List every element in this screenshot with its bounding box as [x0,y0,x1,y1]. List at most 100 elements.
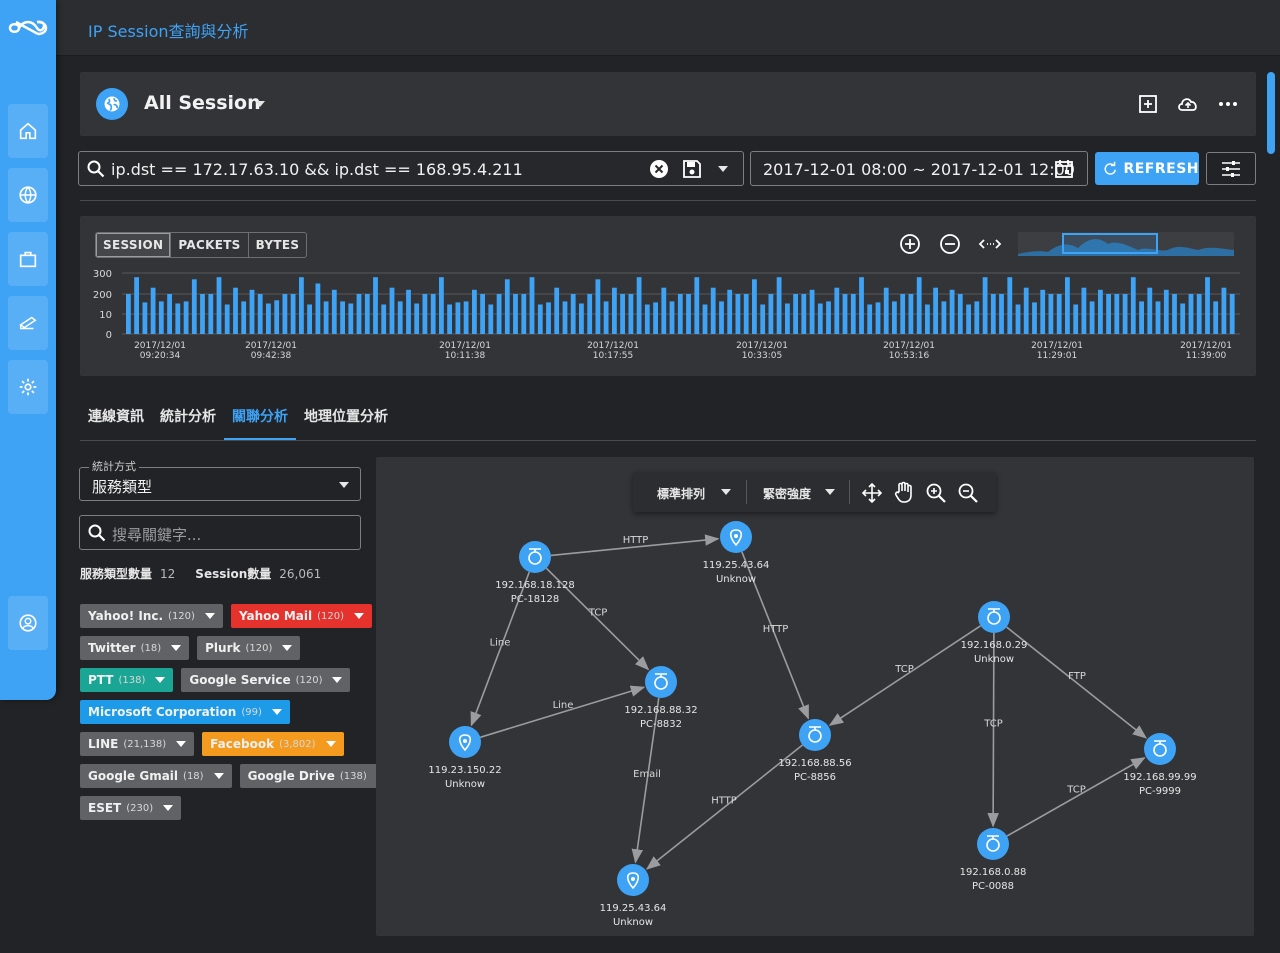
bar[interactable] [1188,294,1194,334]
bar[interactable] [933,287,938,334]
bar[interactable] [356,294,362,334]
bar[interactable] [727,289,733,334]
bar[interactable] [167,294,172,334]
node-circle[interactable] [645,666,677,698]
bar[interactable] [982,277,988,334]
bar[interactable] [455,302,461,334]
bar[interactable] [1130,277,1136,334]
stat-mode-select[interactable]: 統計方式 服務類型 [79,458,361,501]
zoom-in-icon[interactable] [925,482,947,504]
bar[interactable] [1089,301,1095,334]
bar[interactable] [686,294,691,334]
bar[interactable] [414,303,420,335]
nav-briefcase[interactable] [8,232,48,286]
bar[interactable] [752,279,757,334]
bar[interactable] [1221,287,1227,334]
chevron-down-icon[interactable] [213,773,224,779]
zoom-out-icon[interactable] [957,482,979,504]
bar[interactable] [579,303,584,335]
chart-minimap[interactable] [1018,232,1234,256]
bar[interactable] [900,294,906,334]
bar[interactable] [397,301,403,334]
service-chip[interactable]: PTT (138) [80,668,174,692]
bar[interactable] [348,303,354,335]
bar[interactable] [1007,277,1013,334]
bar[interactable] [1229,294,1235,334]
bar[interactable] [266,303,271,335]
bar[interactable] [381,304,387,335]
chevron-down-icon[interactable] [282,645,293,651]
bar[interactable] [719,301,724,334]
bar[interactable] [472,289,477,334]
bar[interactable] [957,294,963,334]
bar[interactable] [216,277,222,334]
bar[interactable] [480,294,485,334]
bar[interactable] [529,277,535,334]
chevron-down-icon[interactable] [718,166,728,172]
bar[interactable] [224,304,230,335]
bar[interactable] [1172,294,1177,334]
bar[interactable] [636,277,642,334]
toggle-session[interactable]: SESSION [96,233,172,257]
bar[interactable] [1205,277,1210,334]
bar[interactable] [447,304,452,335]
bar[interactable] [801,294,807,334]
bar[interactable] [859,277,864,334]
node-circle[interactable] [519,541,551,573]
bar[interactable] [1098,289,1103,334]
bar[interactable] [595,279,601,334]
graph-node[interactable]: 192.168.88.32 PC-8832 [624,666,698,730]
service-chip[interactable]: Google Gmail (18) [80,764,232,788]
layout-select[interactable]: 標準排列 [657,485,705,502]
chevron-down-icon[interactable] [204,613,215,619]
tab-connection-info[interactable]: 連線資訊 [80,398,152,440]
zoom-out-icon[interactable] [938,232,962,256]
bar[interactable] [834,287,840,334]
bar[interactable] [603,301,609,334]
bar[interactable] [1032,302,1037,334]
zoom-in-icon[interactable] [898,232,922,256]
chevron-down-icon[interactable] [825,489,835,495]
bar[interactable] [949,289,955,334]
bar[interactable] [233,287,238,334]
filter-settings-button[interactable] [1206,152,1256,185]
bar[interactable] [200,294,205,334]
minimap-window[interactable] [1062,233,1158,254]
bar[interactable] [1213,301,1219,334]
bar[interactable] [241,301,247,334]
nav-user[interactable] [8,596,48,650]
more-icon[interactable] [1216,92,1240,116]
move-icon[interactable] [861,482,883,504]
bar[interactable] [1015,304,1021,335]
bar[interactable] [702,304,708,335]
bar[interactable] [1163,289,1169,334]
node-circle[interactable] [977,828,1009,860]
bar[interactable] [331,289,337,334]
correlation-graph[interactable]: HTTP TCP Line Line Email HTTP HTTP TCP FTP TCP TCP… [376,457,1254,936]
bar[interactable] [776,277,782,334]
bar[interactable] [570,294,576,334]
clear-icon[interactable] [649,159,669,179]
chevron-down-icon[interactable] [163,805,174,811]
bar[interactable] [496,294,502,334]
bar[interactable] [850,294,856,334]
bar[interactable] [257,294,263,334]
bar[interactable] [793,294,798,334]
bar[interactable] [669,301,675,334]
bar[interactable] [389,287,395,334]
bar[interactable] [340,301,345,334]
bar[interactable] [1040,289,1046,334]
bar[interactable] [307,304,312,335]
bar[interactable] [1114,294,1120,334]
bar[interactable] [315,283,321,335]
density-select[interactable]: 緊密強度 [763,485,811,502]
graph-edge[interactable] [480,685,646,739]
bar[interactable] [208,294,214,334]
bar[interactable] [760,304,766,335]
service-chip[interactable]: Plurk (120) [197,636,301,660]
bar[interactable] [612,287,617,334]
cloud-upload-icon[interactable] [1176,92,1200,116]
bar[interactable] [150,287,156,334]
bar[interactable] [892,301,897,334]
tab-statistics[interactable]: 統計分析 [152,398,224,440]
